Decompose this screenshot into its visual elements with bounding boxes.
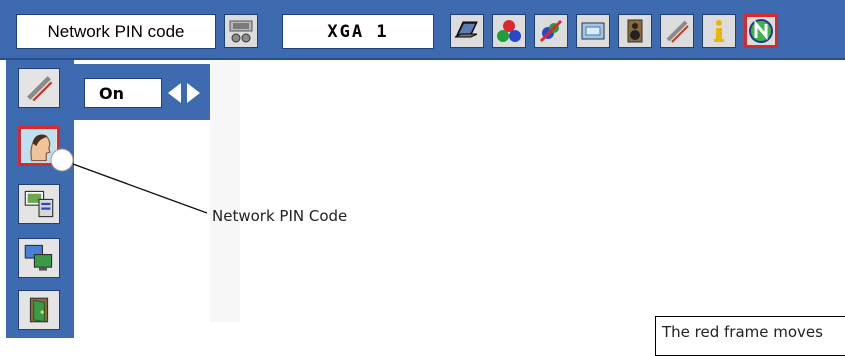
callout-leader [50, 148, 208, 214]
note-box: The red frame moves [655, 316, 845, 356]
callout-label: Network PIN Code [212, 207, 348, 225]
